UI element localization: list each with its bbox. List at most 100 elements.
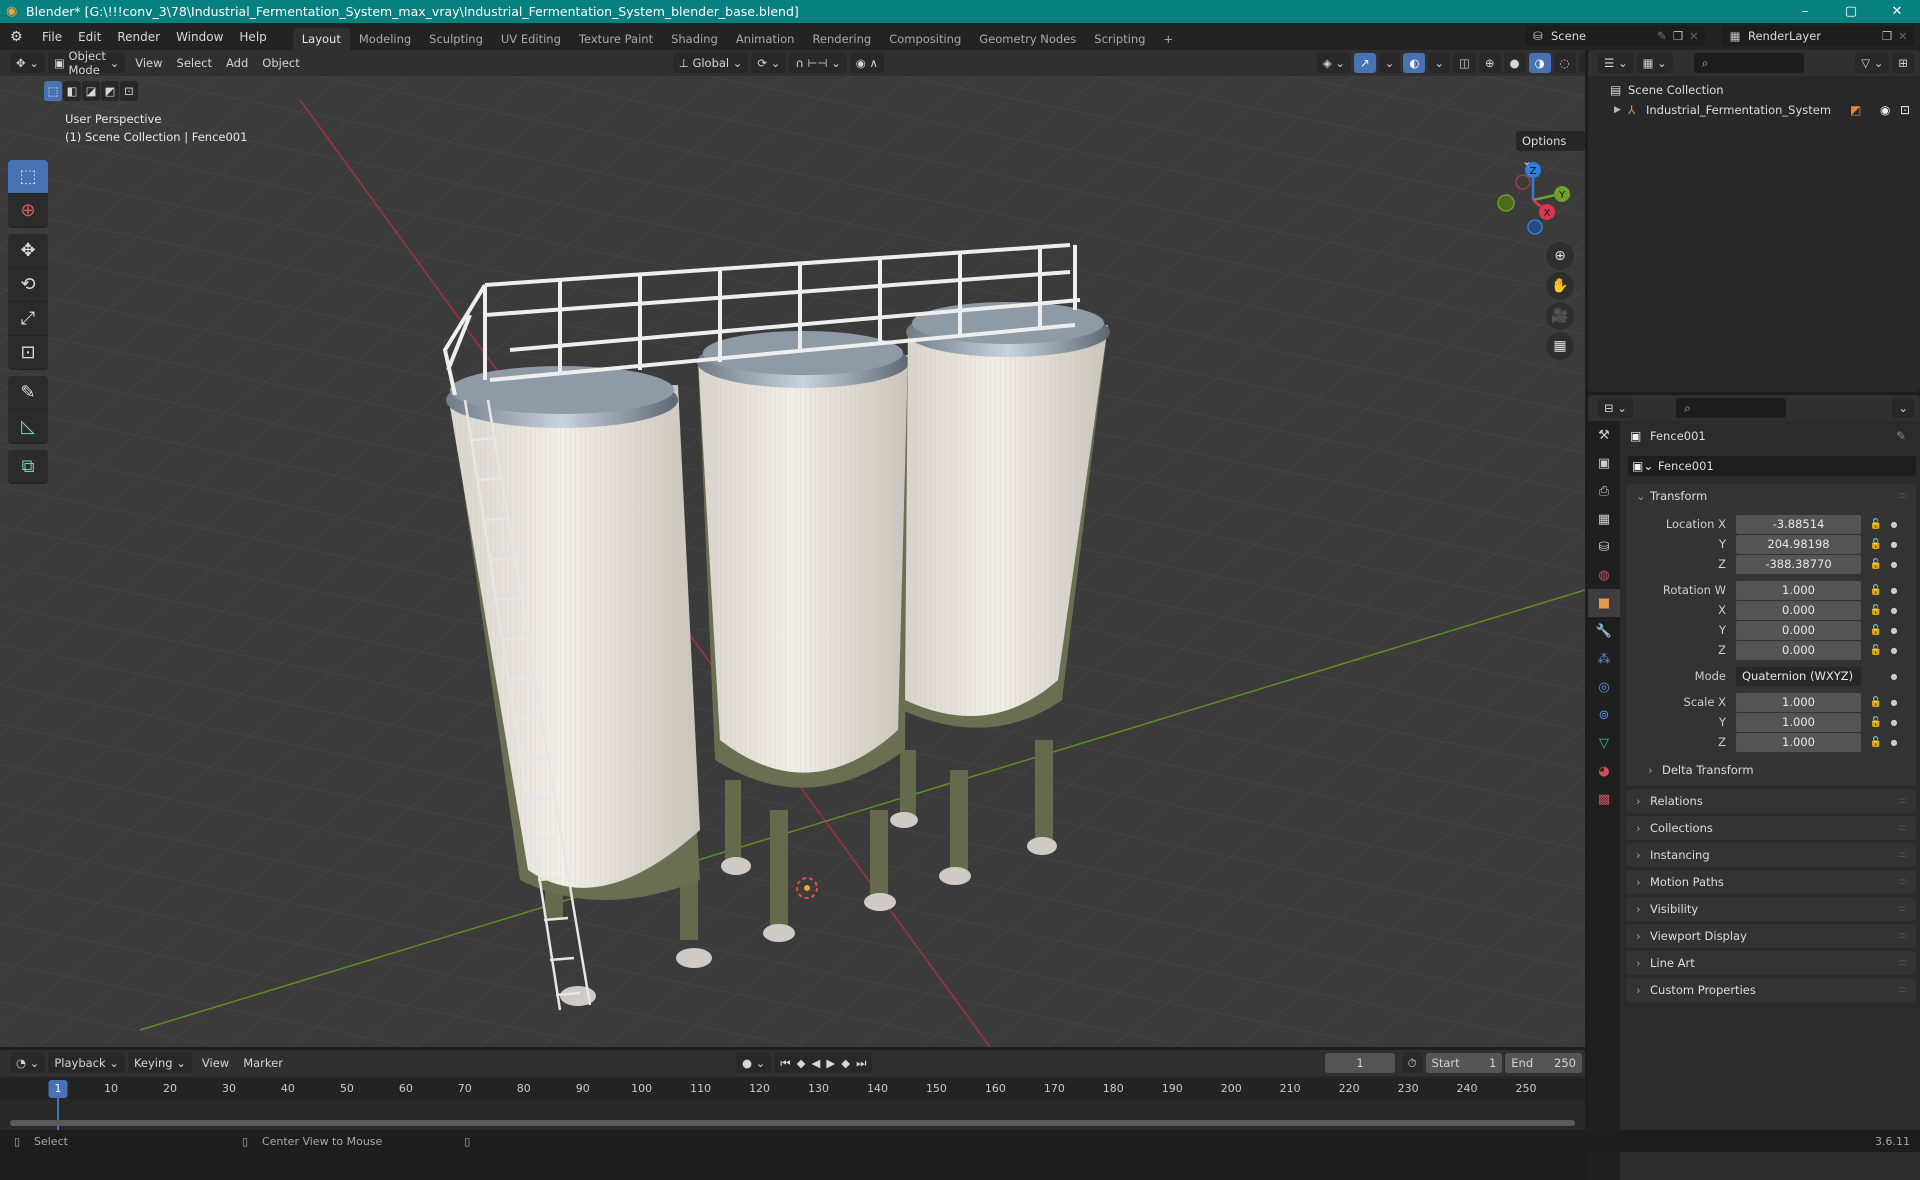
3d-viewport[interactable]: ✥ ⌄ ▣ Object Mode ⌄ View Select Add Obje… bbox=[0, 50, 1585, 1047]
rotation-y-field[interactable]: 0.000 bbox=[1736, 620, 1861, 640]
tab-data[interactable]: ▽ bbox=[1588, 729, 1620, 757]
tab-scene[interactable]: ⛁ bbox=[1588, 533, 1620, 561]
rotation-x-field[interactable]: 0.000 bbox=[1736, 600, 1861, 620]
lock-icon[interactable]: 🔓 bbox=[1865, 559, 1887, 570]
tab-material[interactable]: ◕ bbox=[1588, 757, 1620, 785]
navigation-gizmo[interactable]: Z Y X bbox=[1490, 160, 1580, 240]
keyframe-dot-icon[interactable]: ● bbox=[1887, 646, 1901, 655]
pivot-point-dropdown[interactable]: ⟳ ⌄ bbox=[751, 53, 787, 73]
end-frame-field[interactable]: End 250 bbox=[1505, 1053, 1582, 1073]
lock-icon[interactable]: 🔓 bbox=[1865, 585, 1887, 596]
menu-view[interactable]: View bbox=[128, 56, 169, 70]
scene-name[interactable]: Scene bbox=[1551, 29, 1657, 43]
menu-file[interactable]: File bbox=[34, 30, 70, 44]
lock-icon[interactable]: 🔓 bbox=[1865, 717, 1887, 728]
select-invert-icon[interactable]: ◩ bbox=[101, 81, 119, 101]
drag-handle-icon[interactable]: :::: bbox=[1898, 823, 1907, 833]
current-frame-field[interactable]: 1 bbox=[1325, 1053, 1395, 1073]
keyframe-dot-icon[interactable]: ● bbox=[1887, 698, 1901, 707]
panel-collections[interactable]: › Collections:::: bbox=[1626, 816, 1916, 840]
play-icon[interactable]: ▶ bbox=[826, 1056, 835, 1070]
shading-solid[interactable]: ● bbox=[1503, 53, 1526, 73]
lock-icon[interactable]: 🔓 bbox=[1865, 737, 1887, 748]
select-subtract-icon[interactable]: ◪ bbox=[82, 81, 100, 101]
outliner-editor-type[interactable]: ☰ ⌄ bbox=[1598, 53, 1634, 73]
tab-compositing[interactable]: Compositing bbox=[880, 28, 970, 50]
tool-measure[interactable]: ◺ bbox=[8, 410, 48, 444]
tool-move[interactable]: ✥ bbox=[8, 234, 48, 268]
tool-select-box[interactable]: ⬚ bbox=[8, 160, 48, 194]
view-layer-selector[interactable]: ▦ RenderLayer ❐ ✕ bbox=[1722, 25, 1914, 46]
scale-y-field[interactable]: 1.000 bbox=[1736, 712, 1861, 732]
select-extend-icon[interactable]: ◧ bbox=[63, 81, 81, 101]
tab-constraints[interactable]: ⊚ bbox=[1588, 701, 1620, 729]
view-layer-name[interactable]: RenderLayer bbox=[1748, 29, 1882, 43]
outliner-row-scene-collection[interactable]: ▤ Scene Collection bbox=[1588, 80, 1920, 100]
keyframe-dot-icon[interactable]: ● bbox=[1887, 672, 1901, 681]
visibility-dropdown[interactable]: ◈ ⌄ bbox=[1316, 53, 1352, 73]
expand-arrow-icon[interactable]: ▶ bbox=[1614, 105, 1628, 115]
keyframe-dot-icon[interactable]: ● bbox=[1887, 718, 1901, 727]
tab-output[interactable]: ⎙ bbox=[1588, 477, 1620, 505]
properties-search[interactable]: ⌕ bbox=[1675, 398, 1786, 418]
drag-handle-icon[interactable]: :::: bbox=[1898, 958, 1907, 968]
outliner-row-item[interactable]: ▶ ⅄ Industrial_Fermentation_System ◩ ◉ ⊡ bbox=[1588, 100, 1920, 120]
tab-object[interactable]: ■ bbox=[1588, 589, 1620, 617]
xray-toggle[interactable]: ◫ bbox=[1453, 53, 1476, 73]
render-camera-icon[interactable]: ⊡ bbox=[1900, 103, 1920, 117]
play-reverse-icon[interactable]: ◀ bbox=[812, 1056, 821, 1070]
lock-icon[interactable]: 🔓 bbox=[1865, 605, 1887, 616]
start-frame-field[interactable]: Start 1 bbox=[1425, 1053, 1503, 1073]
keyframe-dot-icon[interactable]: ● bbox=[1887, 540, 1901, 549]
timeline-menu-view[interactable]: View bbox=[195, 1056, 236, 1070]
drag-handle-icon[interactable]: :::: bbox=[1898, 931, 1907, 941]
rotation-w-field[interactable]: 1.000 bbox=[1736, 580, 1861, 600]
tab-geometry-nodes[interactable]: Geometry Nodes bbox=[970, 28, 1085, 50]
pan-view-button[interactable]: ✋ bbox=[1546, 272, 1574, 300]
transform-panel-header[interactable]: ⌄ Transform :::: bbox=[1626, 484, 1916, 508]
tab-view-layer[interactable]: ▦ bbox=[1588, 505, 1620, 533]
keying-dropdown[interactable]: Keying ⌄ bbox=[127, 1053, 192, 1073]
tab-modeling[interactable]: Modeling bbox=[350, 28, 420, 50]
menu-window[interactable]: Window bbox=[168, 30, 231, 44]
ortho-toggle-button[interactable]: ▦ bbox=[1546, 332, 1574, 360]
lock-icon[interactable]: 🔓 bbox=[1865, 539, 1887, 550]
gizmo-toggle[interactable]: ↗ bbox=[1354, 53, 1376, 73]
keyframe-dot-icon[interactable]: ● bbox=[1887, 626, 1901, 635]
add-workspace-button[interactable]: + bbox=[1154, 28, 1182, 50]
delete-view-layer-icon[interactable]: ✕ bbox=[1898, 29, 1914, 43]
panel-visibility[interactable]: › Visibility:::: bbox=[1626, 897, 1916, 921]
tab-scripting[interactable]: Scripting bbox=[1085, 28, 1154, 50]
tab-uv-editing[interactable]: UV Editing bbox=[492, 28, 570, 50]
tool-annotate[interactable]: ✎ bbox=[8, 376, 48, 410]
keyframe-dot-icon[interactable]: ● bbox=[1887, 520, 1901, 529]
tab-rendering[interactable]: Rendering bbox=[803, 28, 880, 50]
location-z-field[interactable]: -388.38770 bbox=[1736, 554, 1861, 574]
pin-icon[interactable]: ✎ bbox=[1896, 429, 1920, 443]
select-new-icon[interactable]: ⬚ bbox=[44, 81, 62, 101]
object-name-field[interactable]: ▣⌄ Fence001 bbox=[1628, 456, 1916, 476]
panel-instancing[interactable]: › Instancing:::: bbox=[1626, 843, 1916, 867]
overlay-dropdown[interactable]: ⌄ bbox=[1428, 53, 1451, 73]
maximize-button[interactable]: ▢ bbox=[1828, 0, 1874, 23]
lock-icon[interactable]: 🔓 bbox=[1865, 697, 1887, 708]
prev-keyframe-icon[interactable]: ◆ bbox=[797, 1056, 806, 1070]
shading-rendered[interactable]: ◌ bbox=[1553, 53, 1576, 73]
zoom-view-button[interactable]: ⊕ bbox=[1546, 242, 1574, 270]
visibility-eye-icon[interactable]: ◉ bbox=[1880, 103, 1900, 117]
display-mode-dropdown[interactable]: ▦ ⌄ bbox=[1636, 53, 1673, 73]
drag-handle-icon[interactable]: :::: bbox=[1898, 985, 1907, 995]
delta-transform-subpanel[interactable]: › Delta Transform bbox=[1626, 760, 1916, 780]
timeline-menu-marker[interactable]: Marker bbox=[236, 1056, 290, 1070]
location-y-field[interactable]: 204.98198 bbox=[1736, 534, 1861, 554]
menu-render[interactable]: Render bbox=[109, 30, 168, 44]
menu-add[interactable]: Add bbox=[219, 56, 255, 70]
outliner-search[interactable]: ⌕ bbox=[1693, 53, 1804, 73]
gizmo-dropdown[interactable]: ⌄ bbox=[1378, 53, 1401, 73]
pin-icon[interactable]: ✎ bbox=[1657, 29, 1673, 43]
tab-sculpting[interactable]: Sculpting bbox=[420, 28, 492, 50]
minimize-button[interactable]: – bbox=[1782, 0, 1828, 23]
tab-modifiers[interactable]: 🔧 bbox=[1588, 617, 1620, 645]
scale-x-field[interactable]: 1.000 bbox=[1736, 692, 1861, 712]
keyframe-dot-icon[interactable]: ● bbox=[1887, 606, 1901, 615]
